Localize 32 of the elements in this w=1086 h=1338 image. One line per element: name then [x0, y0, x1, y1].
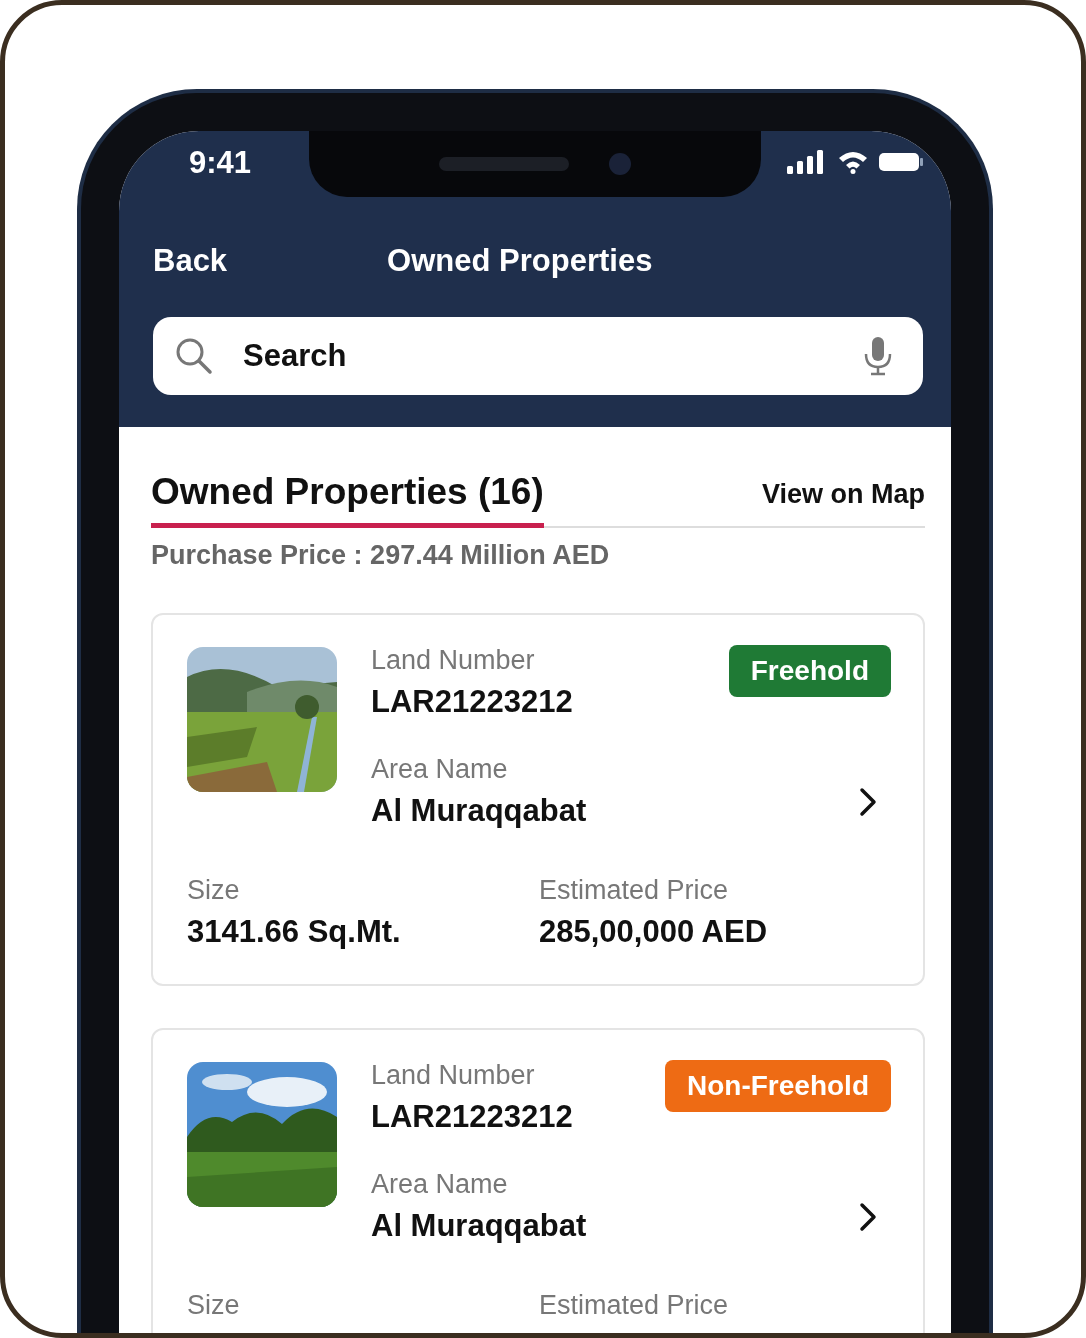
purchase-price-summary: Purchase Price : 297.44 Million AED [151, 540, 611, 571]
land-number-label: Land Number [371, 1060, 536, 1091]
chevron-right-icon[interactable] [859, 1202, 877, 1232]
estimated-price-value: 285,00,000 AED [539, 914, 769, 950]
size-label: Size [187, 1290, 241, 1321]
area-name: Al Muraqqabat [371, 1208, 588, 1244]
section-heading: Owned Properties (16) [151, 471, 544, 528]
search-field[interactable]: Search [241, 337, 835, 375]
search-bar[interactable]: Search [153, 317, 923, 395]
area-name-label: Area Name [371, 754, 509, 785]
property-card[interactable]: Land Number LAR21223212 Area Name Al Muraqqabat Freehold Size 3141.66 Sq.Mt. Estimated Price 285,00,000 AED [151, 613, 925, 986]
land-number: LAR21223212 [371, 684, 574, 720]
microphone-icon[interactable] [863, 336, 893, 376]
area-name: Al Muraqqabat [371, 793, 588, 829]
tenure-badge: Freehold [728, 645, 891, 697]
battery-icon [879, 151, 923, 173]
wifi-icon [837, 150, 869, 174]
chevron-right-icon[interactable] [859, 787, 877, 817]
screen-title: Owned Properties [387, 243, 653, 279]
size-label: Size [187, 875, 241, 906]
area-name-label: Area Name [371, 1169, 509, 1200]
land-number: LAR21223212 [371, 1099, 574, 1135]
land-number-label: Land Number [371, 645, 536, 676]
tenure-badge: Non-Freehold [665, 1060, 891, 1112]
back-link[interactable]: Back [153, 243, 228, 279]
status-time: 9:41 [189, 145, 252, 181]
estimated-price-label: Estimated Price [539, 1290, 730, 1321]
search-icon [175, 337, 213, 375]
size-value: 3141.66 Sq.Mt. [187, 914, 402, 950]
property-card[interactable]: Land Number LAR21223212 Area Name Al Muraqqabat Non-Freehold Size Estimated Price [151, 1028, 925, 1333]
view-on-map-link[interactable]: View on Map [761, 479, 925, 526]
estimated-price-label: Estimated Price [539, 875, 730, 906]
